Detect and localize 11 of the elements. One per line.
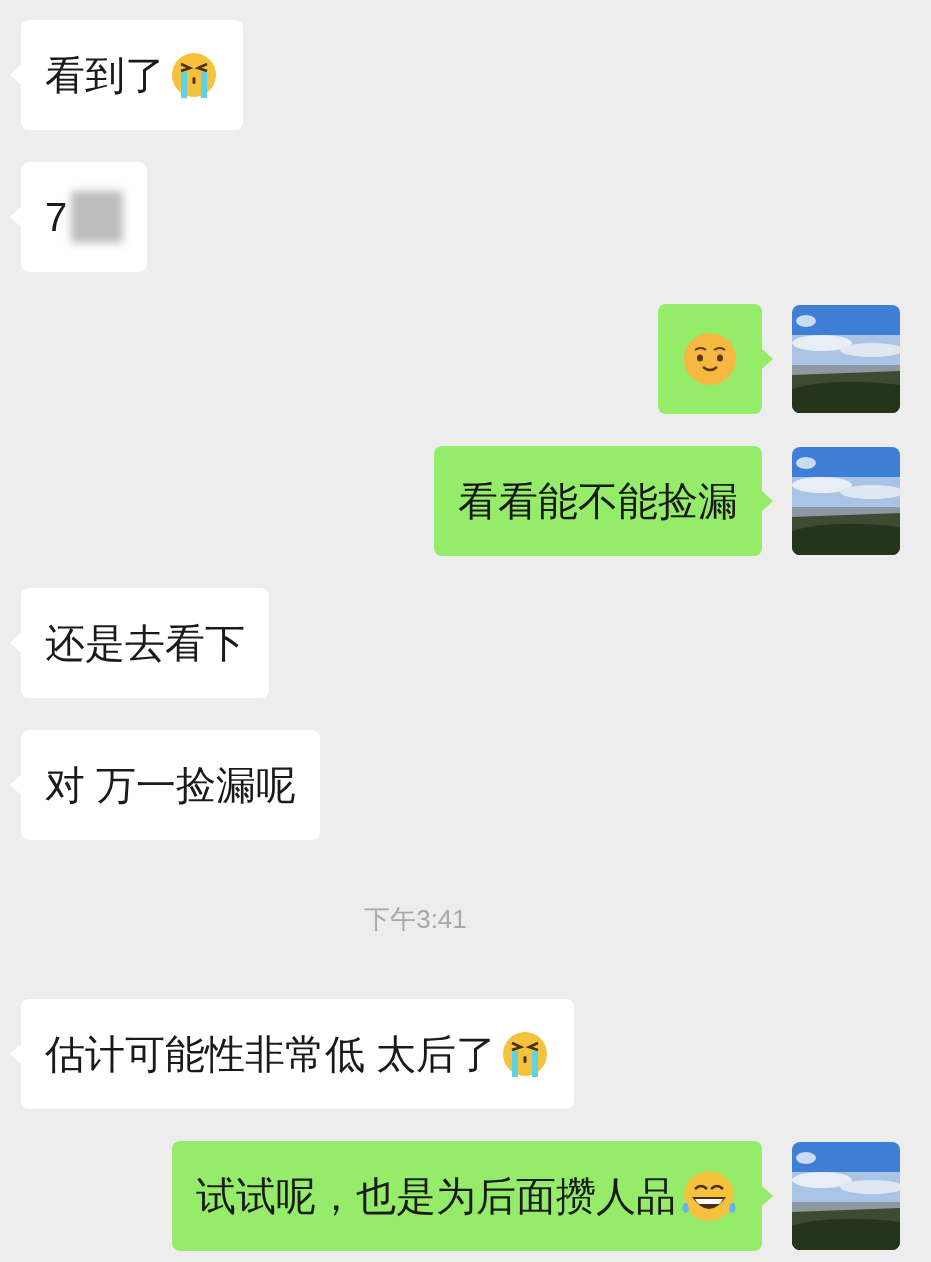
message-text: 对 万一捡漏呢: [45, 762, 297, 809]
crying-face-icon: [169, 50, 219, 100]
message-text: 看到了: [45, 52, 165, 99]
message-text: 估计可能性非常低 太后了: [45, 1031, 497, 1078]
laughing-face-icon: [680, 1169, 738, 1223]
smiling-face-icon: [682, 331, 738, 387]
message-text: 看看能不能捡漏: [458, 478, 738, 525]
message-text: 7: [45, 194, 68, 241]
timestamp: 下午3:41: [364, 903, 467, 936]
message-text: 还是去看下: [45, 620, 245, 667]
message-text: 试试呢，也是为后面攒人品: [196, 1173, 676, 1220]
